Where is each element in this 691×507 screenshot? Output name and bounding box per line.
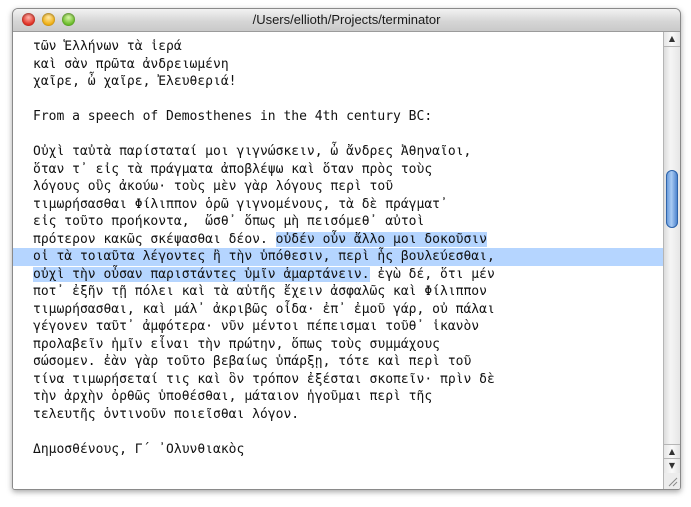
text-line[interactable]: εἰς τοῦτο προήκοντα, ὥσθ᾽ ὅπως μὴ πεισόμ… (13, 213, 664, 231)
resize-grip-icon[interactable] (664, 473, 680, 489)
text-line[interactable]: καὶ σὰν πρῶτα ἀνδρειωμένη (13, 56, 664, 74)
text-line[interactable]: λόγους οὓς ἀκούω· τοὺς μὲν γὰρ λόγους πε… (13, 178, 664, 196)
text-line[interactable]: From a speech of Demosthenes in the 4th … (13, 108, 664, 126)
text-line[interactable]: χαῖρε, ὦ χαῖρε, Ἐλευθεριά! (13, 73, 664, 91)
selected-text: οὐχὶ τὴν οὖσαν παριστάντες ὑμῖν ἁμαρτάνε… (33, 266, 370, 282)
text-line[interactable] (13, 423, 664, 441)
line-text: πρότερον κακῶς σκέψασθαι δέον. (33, 231, 276, 247)
text-line[interactable] (13, 91, 664, 109)
text-line[interactable]: ποτ᾽ ἐξῆν τῇ πόλει καὶ τὰ αὑτῆς ἔχειν ἀσ… (13, 283, 664, 301)
text-line[interactable]: Δημοσθένους, Γ´ ᾿Ολυνθιακὸς (13, 441, 664, 459)
text-line[interactable]: τιμωρήσασθαι, καὶ μάλ᾽ ἀκριβῶς οἶδα· ἐπ᾽… (13, 301, 664, 319)
text-line[interactable]: τῶν Ἑλλήνων τὰ ἱερά (13, 38, 664, 56)
text-view[interactable]: τῶν Ἑλλήνων τὰ ἱερά καὶ σὰν πρῶτα ἀνδρειω… (13, 32, 664, 489)
text-line[interactable]: Οὐχὶ ταὐτὰ παρίσταταί μοι γιγνώσκειν, ὦ … (13, 143, 664, 161)
vertical-scrollbar[interactable]: ▲ ▲ ▼ (663, 32, 680, 489)
text-line[interactable]: γέγονεν ταῦτ᾽ ἀμφότερα· νῦν μέντοι πέπει… (13, 318, 664, 336)
line-text: τιμωρήσασθαι, καὶ μάλ᾽ ἀκριβῶς οἶδα· ἐπ᾽… (33, 301, 495, 317)
text-line[interactable]: πρότερον κακῶς σκέψασθαι δέον. οὐδέν οὖν… (13, 231, 664, 249)
text-line[interactable]: τιμωρήσασθαι Φίλιππον ὁρῶ γιγνομένους, τ… (13, 196, 664, 214)
line-text: τῶν Ἑλλήνων τὰ ἱερά (33, 39, 182, 54)
selected-text: οἱ τὰ τοιαῦτα λέγοντες ἢ τὴν ὑπόθεσιν, π… (33, 249, 495, 264)
title-bar[interactable]: /Users/ellioth/Projects/terminator (13, 9, 680, 32)
line-text: χαῖρε, ὦ χαῖρε, Ἐλευθεριά! (33, 74, 237, 89)
line-text: Δημοσθένους, Γ´ ᾿Ολυνθιακὸς (33, 441, 245, 457)
line-text: τὴν ἀρχὴν ὀρθῶς ὑποθέσθαι, μάταιον ἡγοῦμ… (33, 389, 433, 404)
line-text: Οὐχὶ ταὐτὰ παρίσταταί μοι γιγνώσκειν, ὦ … (33, 144, 472, 159)
terminal-window: /Users/ellioth/Projects/terminator τῶν Ἑ… (12, 8, 681, 490)
line-text: προλαβεῖν ἡμῖν εἶναι τὴν πρώτην, ὅπως το… (33, 336, 440, 352)
line-text: ἐγὼ δέ, ὅτι μέν (369, 266, 495, 282)
selected-text: οὐδέν οὖν ἄλλο μοι δοκοῦσιν (275, 231, 487, 247)
text-line[interactable]: τελευτῆς ὁντινοῦν ποιεῖσθαι λόγον. (13, 406, 664, 424)
text-line[interactable]: ὅταν τ᾽ εἰς τὰ πράγματα ἀποβλέψω καὶ ὅτα… (13, 161, 664, 179)
line-text: γέγονεν ταῦτ᾽ ἀμφότερα· νῦν μέντοι πέπει… (33, 319, 480, 334)
text-line[interactable]: τὴν ἀρχὴν ὀρθῶς ὑποθέσθαι, μάταιον ἡγοῦμ… (13, 388, 664, 406)
line-text: λόγους οὓς ἀκούω· τοὺς μὲν γὰρ λόγους πε… (33, 179, 394, 194)
scroll-up-arrow-icon[interactable]: ▲ (664, 32, 680, 47)
scroll-up-arrow-icon[interactable]: ▲ (664, 444, 680, 459)
text-line[interactable]: οὐχὶ τὴν οὖσαν παριστάντες ὑμῖν ἁμαρτάνε… (13, 266, 664, 284)
text-line[interactable] (13, 126, 664, 144)
window-title: /Users/ellioth/Projects/terminator (252, 12, 441, 27)
line-text: From a speech of Demosthenes in the 4th … (33, 109, 433, 124)
line-text: ποτ᾽ ἐξῆν τῇ πόλει καὶ τὰ αὑτῆς ἔχειν ἀσ… (33, 284, 487, 299)
line-text: τελευτῆς ὁντινοῦν ποιεῖσθαι λόγον. (33, 406, 300, 422)
text-line[interactable]: οἱ τὰ τοιαῦτα λέγοντες ἢ τὴν ὑπόθεσιν, π… (13, 248, 664, 266)
document-text[interactable]: τῶν Ἑλλήνων τὰ ἱερά καὶ σὰν πρῶτα ἀνδρειω… (13, 32, 664, 489)
line-text: ὅταν τ᾽ εἰς τὰ πράγματα ἀποβλέψω καὶ ὅτα… (33, 161, 433, 177)
line-text: καὶ σὰν πρῶτα ἀνδρειωμένη (33, 56, 229, 72)
scroll-down-arrow-icon[interactable]: ▼ (664, 458, 680, 473)
text-line[interactable]: τίνα τιμωρήσεταί τις καὶ ὃν τρόπον ἐξέστ… (13, 371, 664, 389)
text-line[interactable]: σώσομεν. ἐὰν γὰρ τοῦτο βεβαίως ὑπάρξῃ, τ… (13, 353, 664, 371)
line-text: σώσομεν. ἐὰν γὰρ τοῦτο βεβαίως ὑπάρξῃ, τ… (33, 354, 472, 369)
line-text: τιμωρήσασθαι Φίλιππον ὁρῶ γιγνομένους, τ… (33, 196, 448, 212)
text-line[interactable]: προλαβεῖν ἡμῖν εἶναι τὴν πρώτην, ὅπως το… (13, 336, 664, 354)
line-text: εἰς τοῦτο προήκοντα, ὥσθ᾽ ὅπως μὴ πεισόμ… (33, 214, 425, 229)
scroll-thumb[interactable] (666, 170, 678, 228)
line-text: τίνα τιμωρήσεταί τις καὶ ὃν τρόπον ἐξέστ… (33, 371, 495, 387)
